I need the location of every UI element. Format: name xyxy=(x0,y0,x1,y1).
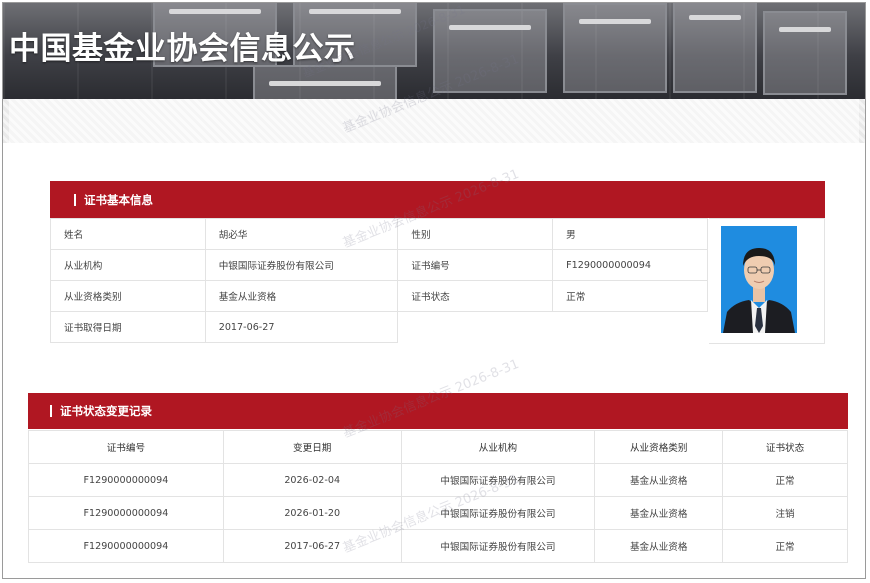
page-title: 中国基金业协会信息公示 xyxy=(9,31,356,67)
cell-qualification: 基金从业资格 xyxy=(594,496,724,530)
header-banner: 中国基金业协会信息公示 xyxy=(3,3,865,99)
cell-org: 中银国际证券股份有限公司 xyxy=(400,463,596,497)
value-qualification: 基金从业资格 xyxy=(204,280,399,312)
column-header: 证书编号 xyxy=(28,430,224,464)
decorative-stripe xyxy=(3,99,865,143)
label-cert-no: 证书编号 xyxy=(397,249,554,281)
cell-status: 注销 xyxy=(722,496,848,530)
value-cert-no: F1290000000094 xyxy=(552,249,708,281)
table-row: F1290000000094 2017-06-27 中银国际证券股份有限公司 基… xyxy=(28,529,848,563)
cell-qualification: 基金从业资格 xyxy=(594,529,724,563)
table-row: F1290000000094 2026-01-20 中银国际证券股份有限公司 基… xyxy=(28,496,848,530)
column-header: 从业机构 xyxy=(400,430,596,464)
basic-info-header: 证书基本信息 xyxy=(50,181,825,218)
info-row-name: 姓名 胡必华 性别 男 xyxy=(50,218,708,250)
cell-org: 中银国际证券股份有限公司 xyxy=(400,496,596,530)
cell-cert-no: F1290000000094 xyxy=(28,529,224,563)
photo-frame xyxy=(709,218,825,344)
column-header: 从业资格类别 xyxy=(594,430,724,464)
history-header-row: 证书编号 变更日期 从业机构 从业资格类别 证书状态 xyxy=(28,430,848,464)
page-frame: 中国基金业协会信息公示 证书基本信息 姓名 胡必华 性别 男 从业机构 中银国际… xyxy=(2,2,866,579)
value-gender: 男 xyxy=(552,218,708,250)
id-photo xyxy=(721,226,797,333)
label-cert-status: 证书状态 xyxy=(397,280,554,312)
info-row-qualification: 从业资格类别 基金从业资格 证书状态 正常 xyxy=(50,280,708,312)
cell-status: 正常 xyxy=(722,529,848,563)
history-header: 证书状态变更记录 xyxy=(28,393,848,429)
basic-info-table: 姓名 胡必华 性别 男 从业机构 中银国际证券股份有限公司 证书编号 F1290… xyxy=(50,218,708,343)
label-org: 从业机构 xyxy=(50,249,206,281)
value-name: 胡必华 xyxy=(204,218,399,250)
value-cert-status: 正常 xyxy=(552,280,708,312)
label-name: 姓名 xyxy=(50,218,206,250)
table-row: F1290000000094 2026-02-04 中银国际证券股份有限公司 基… xyxy=(28,463,848,497)
value-cert-date: 2017-06-27 xyxy=(204,311,399,343)
column-header: 变更日期 xyxy=(222,430,402,464)
column-header: 证书状态 xyxy=(722,430,848,464)
label-gender: 性别 xyxy=(397,218,554,250)
label-cert-date: 证书取得日期 xyxy=(50,311,206,343)
cell-cert-no: F1290000000094 xyxy=(28,463,224,497)
cell-cert-no: F1290000000094 xyxy=(28,496,224,530)
label-qualification: 从业资格类别 xyxy=(50,280,206,312)
cell-change-date: 2026-01-20 xyxy=(222,496,402,530)
basic-info-title: 证书基本信息 xyxy=(84,192,153,207)
cell-status: 正常 xyxy=(722,463,848,497)
history-table: 证书编号 变更日期 从业机构 从业资格类别 证书状态 F129000000009… xyxy=(28,430,848,563)
cell-org: 中银国际证券股份有限公司 xyxy=(400,529,596,563)
cell-change-date: 2017-06-27 xyxy=(222,529,402,563)
cell-change-date: 2026-02-04 xyxy=(222,463,402,497)
cell-qualification: 基金从业资格 xyxy=(594,463,724,497)
info-row-org: 从业机构 中银国际证券股份有限公司 证书编号 F1290000000094 xyxy=(50,249,708,281)
info-row-date: 证书取得日期 2017-06-27 xyxy=(50,311,708,343)
history-title: 证书状态变更记录 xyxy=(60,404,152,418)
value-org: 中银国际证券股份有限公司 xyxy=(204,249,399,281)
